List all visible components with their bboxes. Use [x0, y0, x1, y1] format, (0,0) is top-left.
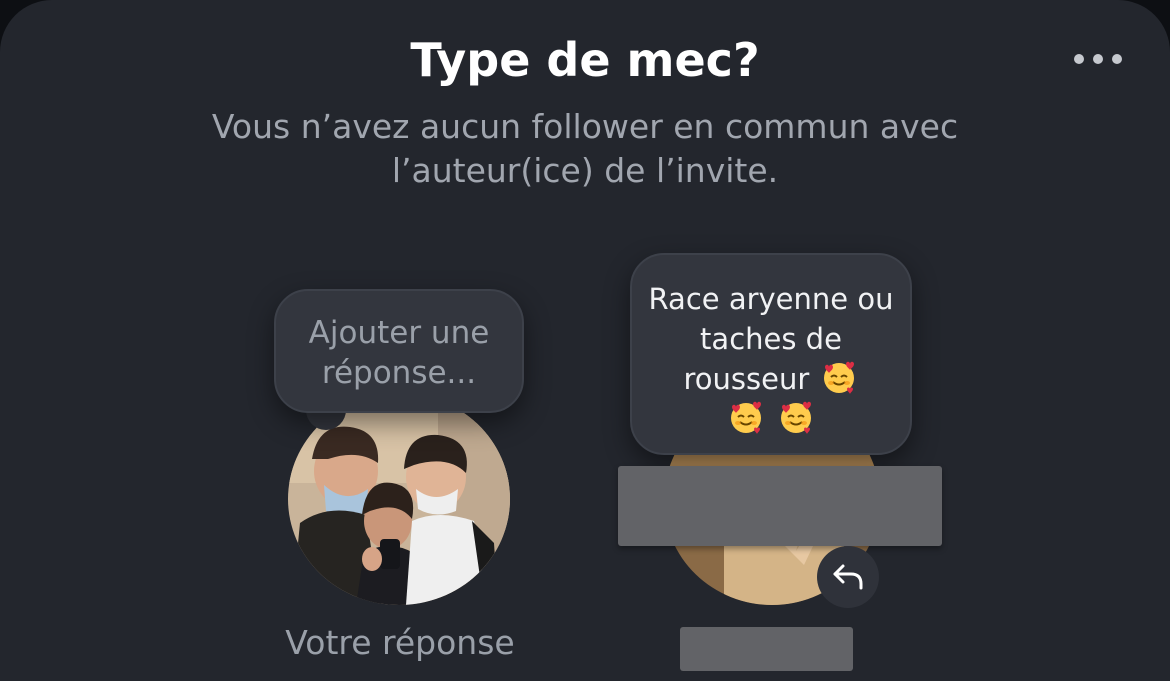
reply-arrow-icon	[833, 564, 863, 590]
add-reply-bubble[interactable]: Ajouter une réponse...	[274, 289, 524, 413]
smiling-face-with-hearts-icon	[780, 401, 811, 434]
smiling-face-with-hearts-icon	[731, 401, 762, 434]
mutual-followers-notice: Vous n’avez aucun follower en commun ave…	[211, 107, 959, 190]
reply-bubble: Race aryenne ou taches de rousseur	[630, 253, 912, 455]
redacted-caption-overlay	[680, 627, 853, 671]
dot	[1074, 54, 1084, 64]
smiling-face-with-hearts-icon	[823, 361, 854, 394]
redacted-username-overlay	[618, 466, 942, 546]
more-options-icon[interactable]	[1068, 44, 1128, 74]
prompt-sheet: Type de mec? Vous n’avez aucun follower …	[0, 0, 1170, 681]
reply-button[interactable]	[817, 546, 879, 608]
prompt-title: Type de mec?	[410, 33, 760, 87]
dot	[1093, 54, 1103, 64]
dot	[1112, 54, 1122, 64]
reply-text: Race aryenne ou taches de rousseur	[648, 282, 894, 396]
your-answer-caption: Votre réponse	[285, 623, 515, 662]
